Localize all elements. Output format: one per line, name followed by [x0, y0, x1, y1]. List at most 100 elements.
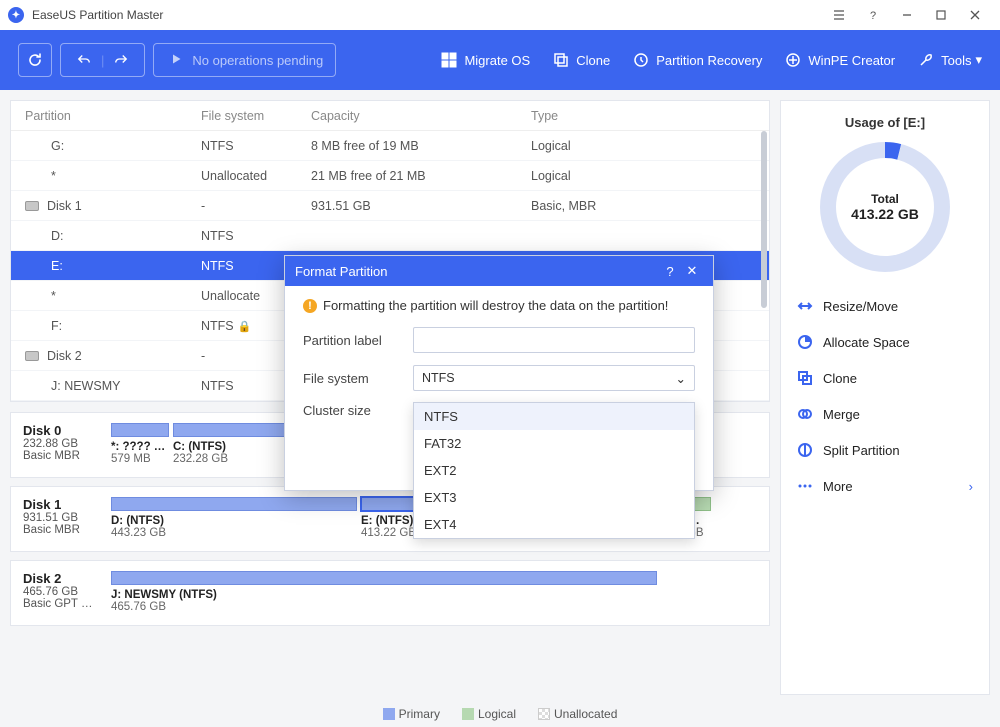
filesystem-option[interactable]: FAT32 — [414, 430, 694, 457]
disk-segment[interactable]: J: NEWSMY (NTFS) 465.76 GB — [111, 571, 657, 617]
warning-icon: ! — [303, 299, 317, 313]
table-scrollbar[interactable] — [761, 131, 767, 399]
disk-icon — [25, 201, 39, 211]
disk-segment[interactable]: *: ???? (N… 579 MB — [111, 423, 169, 469]
recovery-icon — [632, 51, 650, 69]
table-header: Partition File system Capacity Type — [11, 101, 769, 131]
wrench-icon — [917, 51, 935, 69]
hdr-partition: Partition — [11, 109, 201, 123]
row-cap: 21 MB free of 21 MB — [311, 169, 531, 183]
minimize-icon[interactable] — [890, 0, 924, 30]
resize-move-button[interactable]: Resize/Move — [791, 288, 979, 324]
row-name: * — [51, 289, 56, 303]
row-fs: NTFS — [201, 259, 234, 273]
disk-name: Disk 0 — [23, 423, 103, 438]
seg-size: 465.76 GB — [111, 601, 657, 613]
tools-label: Tools — [941, 53, 971, 68]
filesystem-option[interactable]: EXT3 — [414, 484, 694, 511]
winpe-label: WinPE Creator — [808, 53, 895, 68]
filesystem-select[interactable]: NTFS ⌄ — [413, 365, 695, 391]
chevron-right-icon: › — [969, 479, 973, 494]
disk-scheme: Basic GPT … — [23, 598, 103, 610]
dialog-title-bar[interactable]: Format Partition ? ✕ — [285, 256, 713, 286]
partition-recovery-button[interactable]: Partition Recovery — [632, 51, 762, 69]
undo-redo-group[interactable]: | — [60, 43, 145, 77]
row-name: F: — [51, 319, 62, 333]
legend-unallocated: Unallocated — [538, 707, 617, 721]
disk-card: Disk 2 465.76 GB Basic GPT … J: NEWSMY (… — [10, 560, 770, 626]
filesystem-label: File system — [303, 371, 413, 386]
filesystem-value: NTFS — [422, 371, 455, 385]
execute-button[interactable]: No operations pending — [153, 43, 336, 77]
merge-label: Merge — [823, 407, 860, 422]
row-name: D: — [51, 229, 64, 243]
table-row[interactable]: D: NTFS — [11, 221, 769, 251]
row-cap: 931.51 GB — [311, 199, 531, 213]
seg-size: 579 MB — [111, 453, 169, 465]
total-value: 413.22 GB — [851, 206, 919, 222]
filesystem-dropdown: NTFSFAT32EXT2EXT3EXT4 — [413, 402, 695, 539]
partition-label-input[interactable] — [413, 327, 695, 353]
migrate-os-button[interactable]: Migrate OS — [440, 51, 530, 69]
split-partition-button[interactable]: Split Partition — [791, 432, 979, 468]
tools-button[interactable]: Tools ▾ — [917, 51, 982, 69]
total-label: Total — [871, 192, 899, 206]
table-row[interactable]: G:NTFS8 MB free of 19 MBLogical — [11, 131, 769, 161]
clone-partition-button[interactable]: Clone — [791, 360, 979, 396]
resize-label: Resize/Move — [823, 299, 898, 314]
row-type: Logical — [531, 139, 769, 153]
chevron-down-icon: ▾ — [975, 52, 982, 68]
row-name: G: — [51, 139, 64, 153]
split-label: Split Partition — [823, 443, 900, 458]
filesystem-option[interactable]: NTFS — [414, 403, 694, 430]
chevron-down-icon: ⌄ — [676, 371, 686, 386]
seg-label: D: (NTFS) — [111, 515, 357, 527]
clone-label: Clone — [576, 53, 610, 68]
more-button[interactable]: More › — [791, 468, 979, 504]
refresh-button[interactable] — [18, 43, 52, 77]
disk-scheme: Basic MBR — [23, 524, 103, 536]
help-icon[interactable]: ? — [856, 0, 890, 30]
clone-label: Clone — [823, 371, 857, 386]
migrate-label: Migrate OS — [464, 53, 530, 68]
hdr-capacity: Capacity — [311, 109, 531, 123]
undo-icon[interactable] — [77, 52, 91, 69]
table-row[interactable]: Disk 1-931.51 GBBasic, MBR — [11, 191, 769, 221]
row-name: Disk 2 — [47, 349, 82, 363]
title-bar: ✦ EaseUS Partition Master ? — [0, 0, 1000, 30]
winpe-creator-button[interactable]: WinPE Creator — [784, 51, 895, 69]
maximize-icon[interactable] — [924, 0, 958, 30]
legend-logical: Logical — [462, 707, 516, 721]
winpe-icon — [784, 51, 802, 69]
row-name: * — [51, 169, 56, 183]
filesystem-option[interactable]: EXT4 — [414, 511, 694, 538]
redo-icon[interactable] — [114, 52, 128, 69]
cluster-size-label: Cluster size — [303, 403, 413, 418]
allocate-space-button[interactable]: Allocate Space — [791, 324, 979, 360]
usage-donut: Total 413.22 GB — [820, 142, 950, 272]
dialog-help-icon[interactable]: ? — [659, 264, 681, 279]
right-panel: Usage of [E:] Total 413.22 GB Resize/Mov… — [780, 100, 990, 695]
play-icon — [170, 53, 182, 68]
menu-icon[interactable] — [822, 0, 856, 30]
app-title: EaseUS Partition Master — [32, 8, 163, 22]
clone-button[interactable]: Clone — [552, 51, 610, 69]
disk-map: J: NEWSMY (NTFS) 465.76 GB — [111, 571, 757, 617]
disk-segment[interactable]: D: (NTFS) 443.23 GB — [111, 497, 357, 543]
close-icon[interactable] — [958, 0, 992, 30]
recovery-label: Partition Recovery — [656, 53, 762, 68]
hdr-fs: File system — [201, 109, 311, 123]
legend: Primary Logical Unallocated — [0, 701, 1000, 727]
filesystem-option[interactable]: EXT2 — [414, 457, 694, 484]
disk-size: 465.76 GB — [23, 586, 103, 598]
format-partition-dialog: Format Partition ? ✕ ! Formatting the pa… — [284, 255, 714, 491]
clone-icon — [552, 51, 570, 69]
row-fs: NTFS — [201, 229, 234, 243]
toolbar: | No operations pending Migrate OS Clone… — [0, 30, 1000, 90]
dialog-close-icon[interactable]: ✕ — [681, 263, 703, 279]
seg-label: *: ???? (N… — [111, 441, 169, 453]
row-fs: - — [201, 199, 205, 213]
app-logo-icon: ✦ — [8, 7, 24, 23]
table-row[interactable]: *Unallocated21 MB free of 21 MBLogical — [11, 161, 769, 191]
merge-button[interactable]: Merge — [791, 396, 979, 432]
